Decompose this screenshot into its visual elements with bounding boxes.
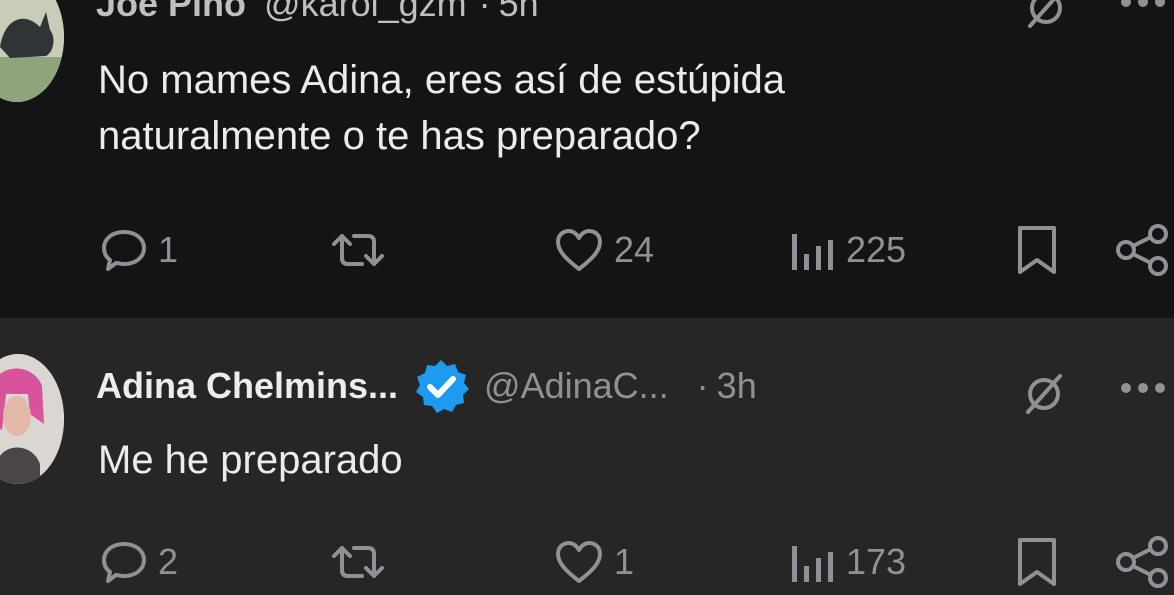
reply-count: 1	[158, 229, 179, 270]
reply-button[interactable]: 1	[100, 222, 178, 278]
tweet-header: Joe Pino @karol_gzm · 5h	[96, 0, 539, 24]
retweet-button[interactable]	[330, 534, 386, 590]
like-button[interactable]: 24	[554, 222, 654, 278]
share-icon	[1116, 536, 1168, 588]
avatar[interactable]	[0, 0, 64, 102]
share-button[interactable]	[1114, 534, 1170, 590]
timestamp[interactable]: 5h	[499, 0, 539, 25]
user-handle[interactable]: @AdinaC...	[484, 365, 669, 407]
retweet-button[interactable]	[330, 222, 386, 278]
tweet[interactable]: Joe Pino @karol_gzm · 5h No mames Adina,…	[0, 0, 1174, 318]
more-icon[interactable]	[1120, 0, 1166, 8]
reply-count: 2	[158, 541, 179, 582]
reply-icon	[102, 230, 146, 271]
like-count: 1	[614, 541, 635, 582]
view-count: 173	[846, 541, 907, 582]
bookmark-button[interactable]	[1014, 534, 1060, 590]
verified-icon	[416, 360, 470, 413]
separator-dot: ·	[478, 0, 491, 24]
views-icon	[792, 546, 833, 582]
grok-icon[interactable]	[1020, 370, 1068, 418]
bookmark-icon	[1018, 538, 1056, 586]
display-name[interactable]: Adina Chelmins...	[96, 365, 398, 407]
more-icon[interactable]	[1120, 382, 1166, 394]
share-icon	[1116, 224, 1168, 276]
tweet-header: Adina Chelmins... @AdinaC... · 3h	[96, 360, 757, 413]
retweet-icon	[332, 546, 384, 578]
views-icon	[792, 234, 833, 270]
view-count: 225	[846, 229, 907, 270]
bookmark-button[interactable]	[1014, 222, 1060, 278]
tweet-text: Me he preparado	[98, 438, 403, 482]
views-button[interactable]: 225	[788, 222, 906, 278]
tweet-text: No mames Adina, eres así de estúpida nat…	[98, 58, 786, 158]
share-button[interactable]	[1114, 222, 1170, 278]
avatar[interactable]	[0, 354, 64, 484]
tweet[interactable]: Adina Chelmins... @AdinaC... · 3h Me he …	[0, 318, 1174, 595]
grok-icon[interactable]	[1022, 0, 1070, 32]
separator-dot: ·	[696, 365, 709, 406]
like-button[interactable]: 1	[554, 534, 634, 590]
bookmark-icon	[1018, 226, 1056, 274]
reply-button[interactable]: 2	[100, 534, 178, 590]
timestamp[interactable]: 3h	[717, 365, 757, 407]
retweet-icon	[332, 234, 384, 266]
user-handle[interactable]: @karol_gzm	[264, 0, 467, 25]
like-icon	[556, 229, 602, 271]
reply-icon	[102, 542, 146, 583]
display-name[interactable]: Joe Pino	[96, 0, 246, 25]
like-icon	[556, 541, 602, 583]
like-count: 24	[614, 229, 655, 270]
views-button[interactable]: 173	[788, 534, 906, 590]
